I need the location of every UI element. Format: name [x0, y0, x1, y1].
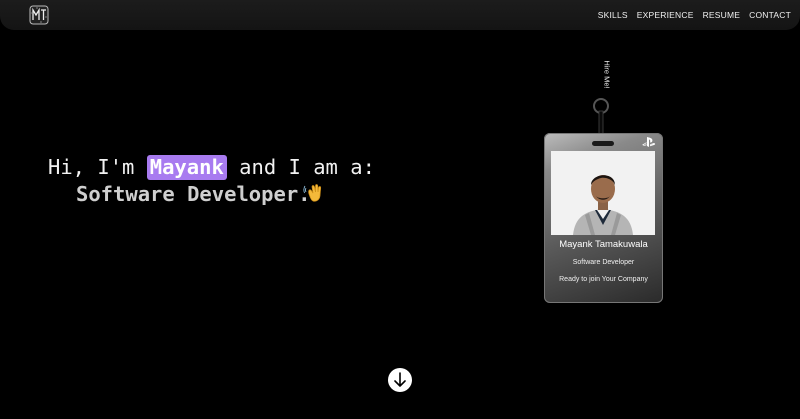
- profile-photo: [551, 151, 655, 235]
- playstation-logo-icon: [642, 137, 656, 147]
- nav-link-contact[interactable]: CONTACT: [749, 10, 791, 20]
- monogram-logo-icon[interactable]: [29, 5, 49, 25]
- greeting-prefix: Hi, I'm: [48, 155, 135, 179]
- hero-role: Software Developer.: [76, 182, 311, 206]
- hero-greeting: Hi, I'm Mayank and I am a:: [48, 155, 375, 180]
- badge-name: Mayank Tamakuwala: [559, 239, 648, 250]
- highlighted-name: Mayank: [146, 155, 227, 180]
- hire-me-label: Hire Me!: [602, 60, 612, 89]
- nav-links: SKILLS EXPERIENCE RESUME CONTACT: [598, 10, 791, 20]
- badge-title: Software Developer: [572, 259, 635, 266]
- nav-link-skills[interactable]: SKILLS: [598, 10, 628, 20]
- id-badge[interactable]: Mayank Tamakuwala Software Developer Rea…: [544, 133, 663, 303]
- scroll-down-button[interactable]: [388, 368, 412, 392]
- nav-link-experience[interactable]: EXPERIENCE: [637, 10, 694, 20]
- top-navbar: SKILLS EXPERIENCE RESUME CONTACT: [0, 0, 800, 30]
- nav-link-resume[interactable]: RESUME: [703, 10, 741, 20]
- badge-slot: [592, 141, 614, 146]
- waving-hand-icon: [303, 184, 322, 202]
- badge-tagline: Ready to join Your Company: [559, 276, 648, 283]
- arrow-down-icon: [394, 372, 406, 387]
- greeting-suffix: and I am a:: [239, 155, 375, 179]
